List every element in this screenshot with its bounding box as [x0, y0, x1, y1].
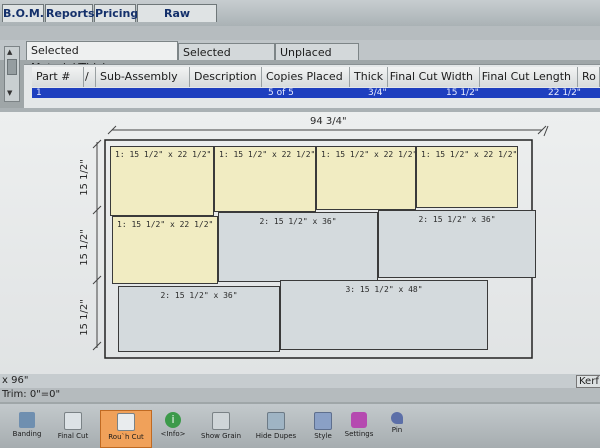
menu-pricing[interactable]: Pricing — [94, 4, 138, 22]
status-trim-text: Trim: 0"=0" — [2, 389, 61, 400]
hide-dupes-icon — [267, 412, 285, 430]
col-sub-assembly[interactable]: Sub-Assembly — [96, 67, 190, 87]
part-piece[interactable]: 1: 15 1/2" x 22 1/2" — [110, 146, 214, 216]
rough-cut-button[interactable]: Rou`h Cut — [100, 410, 152, 448]
menu-bom[interactable]: B.O.M. — [2, 4, 44, 22]
cell-thick: 3/4" — [368, 88, 387, 98]
cell-final-cut-width: 15 1/2" — [446, 88, 479, 98]
final-cut-icon — [64, 412, 82, 430]
rough-cut-icon — [117, 413, 135, 431]
pin-icon — [391, 412, 403, 424]
part-label: 1: 15 1/2" x 22 1/2" — [219, 150, 316, 159]
part-piece[interactable]: 1: 15 1/2" x 22 1/2" — [316, 146, 416, 210]
part-label: 2: 15 1/2" x 36" — [259, 217, 337, 226]
settings-label: Settings — [344, 430, 374, 438]
overall-width-label: 94 3/4" — [310, 116, 347, 127]
cell-copies-placed: 5 of 5 — [268, 88, 294, 98]
menu-reports[interactable]: Reports — [45, 4, 95, 22]
scroll-up-icon[interactable]: ▲ — [7, 48, 12, 56]
pin-label: Pin — [391, 426, 403, 434]
banding-icon — [19, 412, 35, 428]
col-sort-indicator[interactable]: / — [84, 67, 96, 87]
part-piece[interactable]: 1: 15 1/2" x 22 1/2" — [214, 146, 316, 212]
banding-button[interactable]: Banding — [6, 410, 48, 448]
row-height-label-1: 15 1/2" — [78, 159, 90, 196]
final-cut-label: Final Cut — [57, 432, 89, 440]
hide-dupes-button[interactable]: Hide Dupes — [250, 410, 302, 448]
part-label: 2: 15 1/2" x 36" — [160, 291, 238, 300]
menu-raw-materials[interactable]: Raw Materials — [137, 4, 217, 38]
part-piece[interactable]: 2: 15 1/2" x 36" — [118, 286, 280, 352]
scroll-down-icon[interactable]: ▼ — [7, 89, 12, 97]
cell-part-number: 1 — [36, 88, 42, 98]
settings-icon — [351, 412, 367, 428]
parts-grid: Part # / Sub-Assembly Description Copies… — [24, 64, 600, 109]
banding-label: Banding — [12, 430, 42, 438]
style-label: Style — [314, 432, 332, 440]
status-kerf-text: Kerf — [576, 375, 600, 388]
tab-unplaced-parts[interactable]: Unplaced Parts — [275, 43, 359, 76]
part-label: 1: 15 1/2" x 22 1/2" — [421, 150, 518, 159]
part-label: 2: 15 1/2" x 36" — [418, 215, 496, 224]
scroll-thumb[interactable] — [7, 59, 17, 75]
part-piece[interactable]: 3: 15 1/2" x 48" — [280, 280, 488, 350]
status-bar-trim: Trim: 0"=0" — [0, 388, 600, 402]
col-part-number[interactable]: Part # — [32, 67, 84, 87]
final-cut-button[interactable]: Final Cut — [52, 410, 94, 448]
table-row-selected[interactable]: 1 5 of 5 3/4" 15 1/2" 22 1/2" — [32, 88, 600, 98]
info-label: <Info> — [160, 430, 186, 438]
hide-dupes-label: Hide Dupes — [255, 432, 297, 440]
settings-button[interactable]: Settings — [338, 410, 380, 448]
part-label: 1: 15 1/2" x 22 1/2" — [117, 220, 214, 229]
tab-selected-diagram[interactable]: Selected Diagram — [178, 43, 275, 76]
part-label: 1: 15 1/2" x 22 1/2" — [321, 150, 416, 159]
tab-selected-material-thickness[interactable]: Selected Material/Thickness — [26, 41, 178, 74]
rough-cut-label: Rou`h Cut — [108, 433, 144, 441]
col-description[interactable]: Description — [190, 67, 262, 87]
col-thick[interactable]: Thick — [350, 67, 388, 87]
divider-strip — [0, 26, 600, 40]
col-ro[interactable]: Ro — [578, 67, 600, 87]
part-label: 3: 15 1/2" x 48" — [345, 285, 423, 294]
col-copies-placed[interactable]: Copies Placed — [262, 67, 350, 87]
tab-bar: Selected Material/Thickness Selected Dia… — [0, 40, 600, 76]
cell-final-cut-length: 22 1/2" — [548, 88, 581, 98]
part-label: 1: 15 1/2" x 22 1/2" — [115, 150, 212, 159]
col-final-cut-length[interactable]: Final Cut Length — [480, 67, 578, 87]
style-icon — [314, 412, 332, 430]
part-piece[interactable]: 2: 15 1/2" x 36" — [378, 210, 536, 278]
info-button[interactable]: i <Info> — [152, 410, 194, 448]
show-grain-button[interactable]: Show Grain — [196, 410, 246, 448]
row-height-label-2: 15 1/2" — [78, 229, 90, 266]
part-piece[interactable]: 1: 15 1/2" x 22 1/2" — [112, 216, 218, 284]
col-final-cut-width[interactable]: Final Cut Width — [388, 67, 480, 87]
row-height-label-3: 15 1/2" — [78, 299, 90, 336]
bottom-toolbar: Banding Final Cut Rou`h Cut i <Info> Sho… — [0, 404, 600, 448]
pin-button[interactable]: Pin — [376, 410, 418, 448]
part-piece[interactable]: 1: 15 1/2" x 22 1/2" — [416, 146, 518, 208]
status-size-text: x 96" — [2, 375, 29, 386]
left-scrollbar[interactable]: ▲ ▼ — [4, 46, 20, 102]
grain-icon — [212, 412, 230, 430]
part-piece[interactable]: 2: 15 1/2" x 36" — [218, 212, 378, 282]
menu-bar: B.O.M. Reports Pricing Raw Materials — [0, 0, 600, 38]
cutting-diagram-panel: 94 3/4" 15 1/2" 15 1/2" 15 1/2" 1: 15 1/… — [0, 112, 600, 374]
status-bar-size: x 96" Kerf — [0, 374, 600, 388]
show-grain-label: Show Grain — [200, 432, 242, 440]
info-icon: i — [165, 412, 181, 428]
